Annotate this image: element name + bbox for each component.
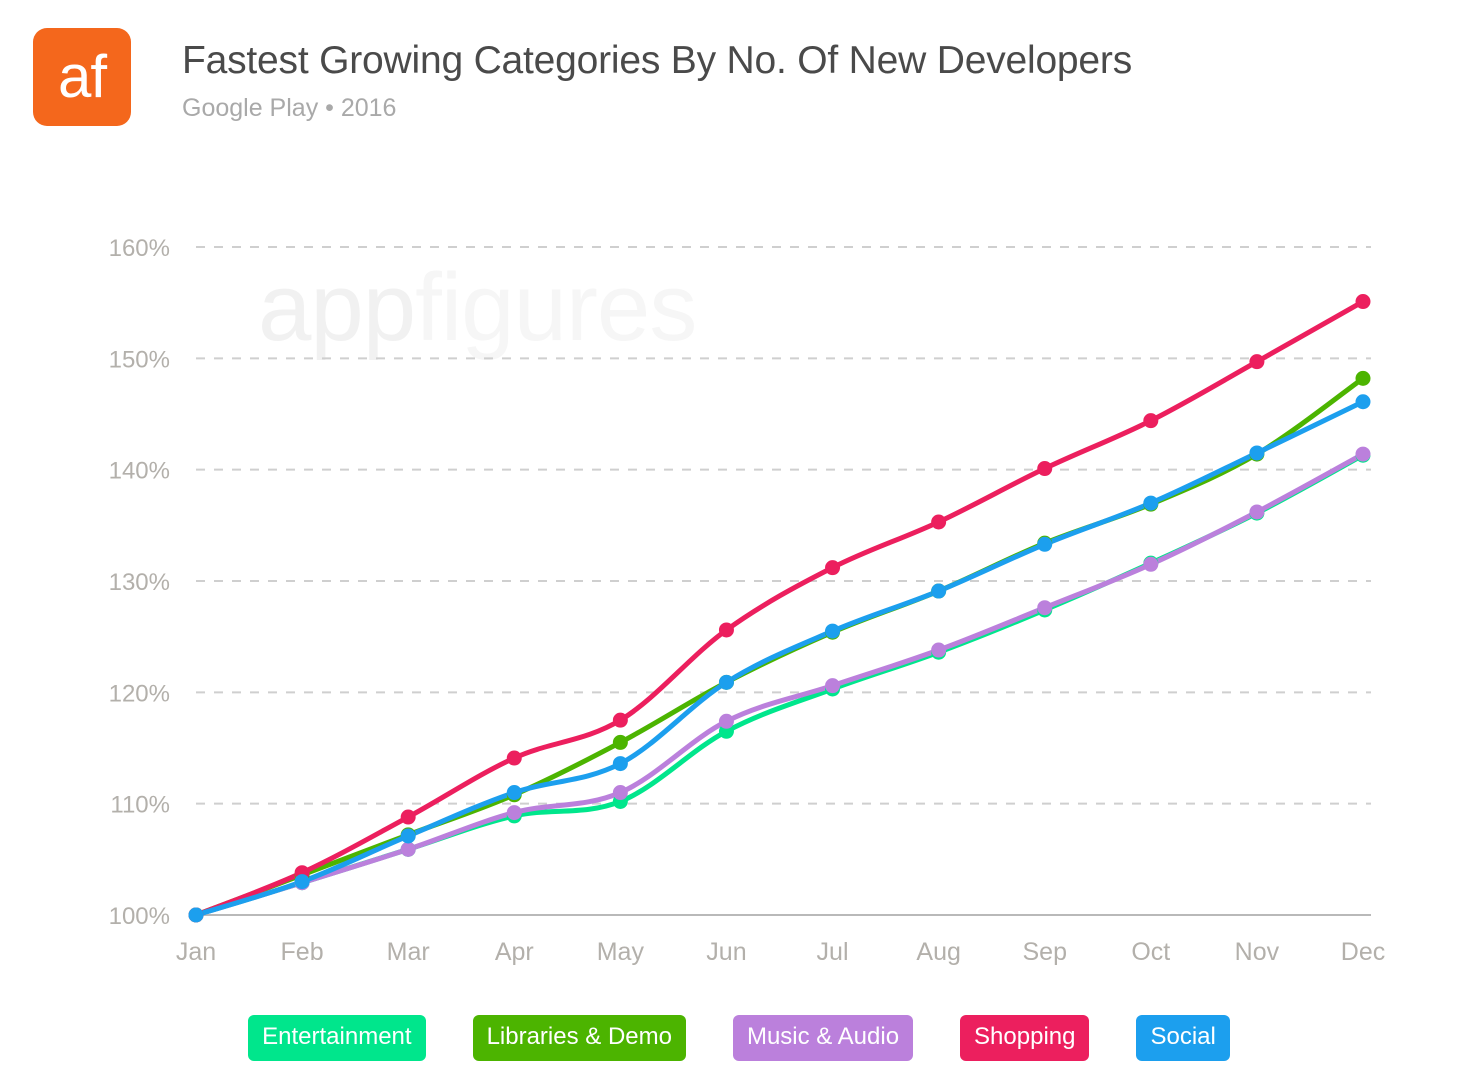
legend-item-music-audio[interactable]: Music & Audio [732,1015,914,1061]
y-axis-tick-label: 130% [109,569,170,596]
data-point[interactable] [931,514,947,530]
data-point[interactable] [1249,504,1265,520]
y-axis-tick-label: 100% [109,903,170,930]
data-point[interactable] [825,623,841,639]
data-point[interactable] [718,674,734,690]
y-axis-tick-label: 110% [110,792,170,819]
data-point[interactable] [931,642,947,658]
data-point[interactable] [1143,413,1159,429]
series-line [193,299,1366,918]
series-markers-shopping [188,294,1371,923]
data-point[interactable] [825,560,841,576]
x-axis-tick-label: May [597,938,645,966]
appfigures-logo: af [33,28,131,126]
data-point[interactable] [1037,536,1053,552]
data-point[interactable] [400,841,416,857]
data-point[interactable] [294,874,310,890]
y-axis-tick-label: 120% [109,680,170,707]
x-axis-tick-label: Dec [1341,938,1385,966]
data-point[interactable] [825,678,841,694]
page-subtitle: Google Play • 2016 [182,94,397,122]
data-point[interactable] [1355,294,1371,310]
data-point[interactable] [612,712,628,728]
x-axis-tick-label: Apr [495,938,534,966]
legend-item-libraries-demo[interactable]: Libraries & Demo [472,1015,686,1061]
series-line [193,452,1366,918]
series-entertainment [193,452,1366,918]
title-block: Fastest Growing Categories By No. Of New… [182,36,1132,126]
line-chart: 100% 110% 120% 130% 140% 150% 160% Jan Feb Mar Apr… [109,235,1386,966]
x-axis-tick-label: Oct [1131,938,1170,966]
legend-item-social[interactable]: Social [1136,1015,1230,1061]
x-axis-tick-label: Mar [387,938,430,966]
data-point[interactable] [1143,556,1159,572]
data-point[interactable] [506,750,522,766]
data-point[interactable] [931,583,947,599]
series-shopping [193,299,1366,918]
data-point[interactable] [1037,600,1053,616]
series-line [193,451,1366,918]
x-axis-tick-label: Nov [1235,938,1280,966]
data-point[interactable] [718,622,734,638]
chart-legend: Entertainment Libraries & Demo Music & Aud… [0,1015,1478,1075]
chart-header: af Fastest Growing Categories By No. Of … [0,0,1478,150]
series-music-audio [193,451,1366,918]
x-axis-tick-label: Sep [1022,938,1066,966]
data-point[interactable] [506,785,522,801]
x-axis-tick-label: Jul [817,938,849,966]
data-point[interactable] [506,805,522,821]
x-axis-tick-label: Aug [916,938,960,966]
y-axis-tick-label: 160% [109,235,170,262]
data-point[interactable] [1355,394,1371,410]
x-axis-tick-label: Feb [281,938,324,966]
data-point[interactable] [612,785,628,801]
x-axis-tick-label: Jun [706,938,746,966]
data-point[interactable] [188,907,204,923]
data-point[interactable] [718,713,734,729]
data-point[interactable] [400,828,416,844]
data-point[interactable] [1249,354,1265,370]
data-point[interactable] [1143,495,1159,511]
legend-item-shopping[interactable]: Shopping [960,1015,1090,1061]
data-point[interactable] [400,809,416,825]
y-axis-tick-label: 140% [109,458,170,485]
y-axis-tick-label: 150% [109,346,170,373]
data-point[interactable] [1037,461,1053,477]
x-axis-tick-label: Jan [176,938,216,966]
legend-item-entertainment[interactable]: Entertainment [248,1015,426,1061]
data-point[interactable] [612,756,628,772]
chart-plot-area: appfigures 100% 110% 120% 130% 140% 150% 160% J… [0,150,1478,1010]
data-point[interactable] [612,734,628,750]
data-point[interactable] [1355,370,1371,386]
data-point[interactable] [1355,446,1371,462]
data-point[interactable] [1249,445,1265,461]
page-title: Fastest Growing Categories By No. Of New… [182,39,1133,82]
